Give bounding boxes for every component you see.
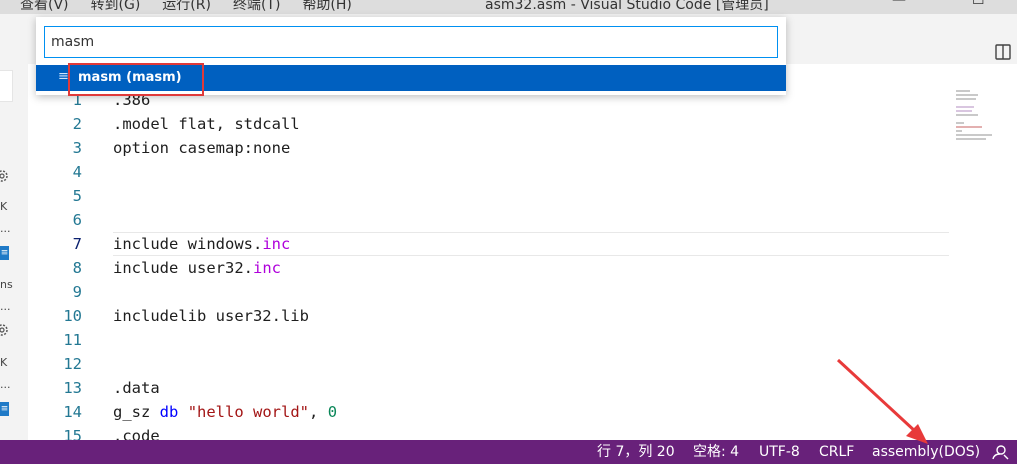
line-code: .code [113, 427, 160, 440]
line-number: 4 [72, 163, 82, 181]
sidebar-text: K [0, 356, 8, 369]
sidebar-text: ... [0, 300, 11, 313]
menu-goto[interactable]: 转到(G) [91, 0, 141, 14]
line-code: g_sz db "hello world", 0 [113, 403, 338, 421]
cursor-position[interactable]: 行 7，列 20 [597, 440, 675, 464]
line-number: 2 [72, 115, 82, 133]
minimap[interactable] [956, 90, 996, 142]
line-number: 7 [72, 235, 82, 253]
annotation-highlight-box [68, 63, 204, 96]
minimize-icon[interactable]: — [892, 0, 906, 8]
line-number: 5 [72, 187, 82, 205]
sidebar-text: ... [0, 378, 11, 391]
line-number: 14 [63, 403, 82, 421]
line-number: 15 [63, 427, 82, 440]
menu-view[interactable]: 查看(V) [20, 0, 69, 14]
line-number: 6 [72, 211, 82, 229]
line-code: include windows.inc [113, 235, 291, 253]
line-number: 13 [63, 379, 82, 397]
window-title: asm32.asm - Visual Studio Code [管理员] [485, 0, 769, 13]
eol-setting[interactable]: CRLF [819, 440, 854, 464]
line-number: 3 [72, 139, 82, 157]
line-number: 8 [72, 259, 82, 277]
language-mode[interactable]: assembly(DOS) [872, 440, 980, 464]
line-number: 9 [72, 283, 82, 301]
gear-icon[interactable] [0, 168, 10, 184]
encoding-setting[interactable]: UTF-8 [759, 440, 800, 464]
line-code: option casemap:none [113, 139, 291, 157]
code-editor[interactable]: 1.386 2 .model flat, stdcall 3 option case… [28, 64, 1017, 440]
sidebar-text: K [0, 200, 8, 213]
gear-icon[interactable] [0, 322, 10, 338]
line-code: include user32.inc [113, 259, 281, 277]
status-bar: 行 7，列 20 空格: 4 UTF-8 CRLF assembly(DOS) [0, 440, 1017, 464]
line-code: .data [113, 379, 160, 397]
sidebar-badge: ≡ [0, 402, 9, 416]
side-bar: · K ... ≡ ns ... K ... ≡ [0, 64, 28, 440]
menu-terminal[interactable]: 终端(T) [233, 0, 280, 14]
sidebar-text: ... [0, 222, 11, 235]
split-editor-icon[interactable] [995, 44, 1011, 60]
line-number: 12 [63, 355, 82, 373]
menu-run[interactable]: 运行(R) [162, 0, 211, 14]
line-number: 11 [63, 331, 82, 349]
sidebar-text: ns [0, 278, 13, 291]
menu-bar: 查看(V) 转到(G) 运行(R) 终端(T) 帮助(H) [20, 0, 352, 14]
feedback-icon[interactable] [991, 444, 1009, 460]
indentation-setting[interactable]: 空格: 4 [693, 440, 739, 464]
menu-help[interactable]: 帮助(H) [302, 0, 351, 14]
title-bar: 查看(V) 转到(G) 运行(R) 终端(T) 帮助(H) asm32.asm … [0, 0, 1017, 14]
sidebar-input[interactable] [0, 70, 13, 102]
line-code: includelib user32.lib [113, 307, 309, 325]
language-search-input[interactable] [44, 26, 778, 58]
maximize-icon[interactable]: ☐ [972, 0, 985, 8]
sidebar-badge: ≡ [0, 246, 9, 260]
line-code: .model flat, stdcall [113, 115, 300, 133]
line-number: 10 [63, 307, 82, 325]
